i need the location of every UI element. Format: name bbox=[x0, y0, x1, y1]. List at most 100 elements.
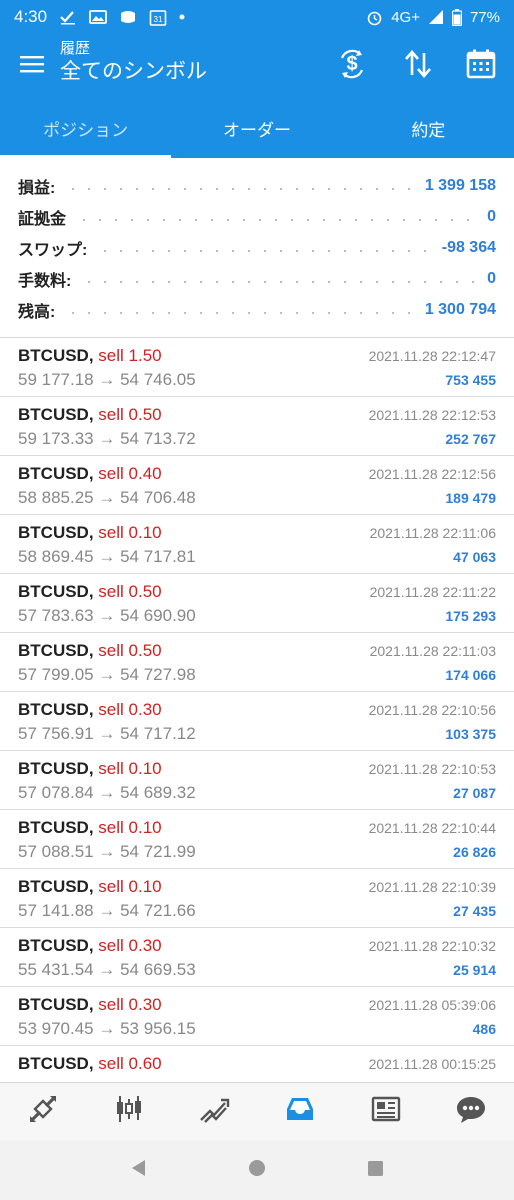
summary-row-commission: 手数料: 0 bbox=[0, 263, 514, 294]
calendar-icon bbox=[466, 49, 496, 84]
trade-symbol: BTCUSD, bbox=[18, 936, 94, 955]
trade-row[interactable]: BTCUSD, sell 0.30 53 970.45 → 53 956.15 … bbox=[0, 987, 514, 1046]
calendar-button[interactable] bbox=[463, 48, 499, 84]
trade-row[interactable]: BTCUSD, sell 0.50 57 799.05 → 54 727.98 … bbox=[0, 633, 514, 692]
nav-chart[interactable] bbox=[86, 1083, 172, 1140]
trade-symbol: BTCUSD, bbox=[18, 877, 94, 896]
svg-text:$: $ bbox=[346, 53, 357, 75]
trade-type: sell 0.50 bbox=[98, 641, 162, 660]
nav-history[interactable] bbox=[257, 1083, 343, 1140]
trade-row[interactable]: BTCUSD, sell 0.10 57 078.84 → 54 689.32 … bbox=[0, 751, 514, 810]
trade-time: 2021.11.28 22:11:06 bbox=[369, 525, 496, 541]
app-bar: 履歴 全てのシンボル $ bbox=[0, 34, 514, 98]
trade-row[interactable]: BTCUSD, sell 0.10 58 869.45 → 54 717.81 … bbox=[0, 515, 514, 574]
trade-list[interactable]: BTCUSD, sell 1.50 59 177.18 → 54 746.05 … bbox=[0, 338, 514, 1082]
nav-quotes[interactable] bbox=[0, 1083, 86, 1140]
trade-prices: 57 783.63 → 54 690.90 bbox=[18, 606, 196, 625]
tab-label: ポジション bbox=[43, 120, 129, 140]
summary-value: -98 364 bbox=[441, 238, 496, 256]
trade-profit: 27 435 bbox=[453, 903, 496, 919]
trade-profit: 252 767 bbox=[445, 431, 496, 447]
trade-time: 2021.11.28 22:12:56 bbox=[368, 466, 496, 482]
trade-profit: 26 826 bbox=[453, 844, 496, 860]
trade-row[interactable]: BTCUSD, sell 0.50 57 783.63 → 54 690.90 … bbox=[0, 574, 514, 633]
trade-type: sell 0.10 bbox=[98, 759, 162, 778]
trade-prices: 53 970.45 → 53 956.15 bbox=[18, 1019, 196, 1038]
tab-orders[interactable]: オーダー bbox=[171, 98, 342, 158]
trade-row[interactable]: BTCUSD, sell 1.50 59 177.18 → 54 746.05 … bbox=[0, 338, 514, 397]
trade-profit: 47 063 bbox=[453, 549, 496, 565]
messages-icon bbox=[455, 1093, 487, 1130]
trade-row[interactable]: BTCUSD, sell 0.10 57 141.88 → 54 721.66 … bbox=[0, 869, 514, 928]
nav-messages[interactable] bbox=[428, 1083, 514, 1140]
trade-type: sell 0.10 bbox=[98, 523, 162, 542]
tab-positions[interactable]: ポジション bbox=[0, 98, 172, 158]
trade-profit: 175 293 bbox=[445, 608, 496, 624]
trade-symbol: BTCUSD, bbox=[18, 995, 94, 1014]
trade-symbol: BTCUSD, bbox=[18, 346, 94, 365]
summary-label: 残高: bbox=[18, 303, 56, 321]
svg-text:31: 31 bbox=[154, 15, 163, 24]
status-time: 4:30 bbox=[14, 7, 48, 26]
trade-row[interactable]: BTCUSD, sell 0.10 57 088.51 → 54 721.99 … bbox=[0, 810, 514, 869]
nav-news[interactable] bbox=[343, 1083, 429, 1140]
trade-row[interactable]: BTCUSD, sell 0.30 57 756.91 → 54 717.12 … bbox=[0, 692, 514, 751]
history-inbox-icon bbox=[284, 1093, 316, 1130]
trade-prices: 57 141.88 → 54 721.66 bbox=[18, 901, 196, 920]
trade-prices: 57 088.51 → 54 721.99 bbox=[18, 842, 196, 861]
summary-row-balance: 残高: 1 300 794 bbox=[0, 294, 514, 325]
trade-row[interactable]: BTCUSD, sell 0.40 58 885.25 → 54 706.48 … bbox=[0, 456, 514, 515]
check-icon bbox=[59, 9, 77, 25]
battery-icon bbox=[451, 8, 462, 26]
trade-time: 2021.11.28 22:12:47 bbox=[368, 348, 496, 364]
account-summary: 損益: 1 399 158 証拠金 0 スワップ: -98 364 手数料: 0… bbox=[0, 170, 514, 325]
trade-type: sell 0.50 bbox=[98, 582, 162, 601]
nav-trade[interactable] bbox=[171, 1083, 257, 1140]
trade-symbol: BTCUSD, bbox=[18, 523, 94, 542]
tab-deals[interactable]: 約定 bbox=[343, 98, 514, 158]
trade-symbol: BTCUSD, bbox=[18, 405, 94, 424]
trade-profit: 753 455 bbox=[445, 372, 496, 388]
summary-label: スワップ: bbox=[18, 241, 88, 259]
title-block[interactable]: 履歴 全てのシンボル bbox=[60, 40, 207, 86]
trade-prices: 58 869.45 → 54 717.81 bbox=[18, 547, 196, 566]
battery-level: 77% bbox=[469, 8, 500, 26]
hamburger-menu-icon bbox=[20, 55, 44, 78]
dotted-leader bbox=[65, 187, 415, 190]
summary-value: 0 bbox=[487, 207, 496, 225]
recents-icon[interactable] bbox=[364, 1157, 386, 1184]
trade-prices: 59 173.33 → 54 713.72 bbox=[18, 429, 196, 448]
trade-time: 2021.11.28 22:10:32 bbox=[368, 938, 496, 954]
trade-trend-icon bbox=[198, 1093, 230, 1130]
trade-time: 2021.11.28 22:10:44 bbox=[368, 820, 496, 836]
trade-prices: 57 078.84 → 54 689.32 bbox=[18, 783, 196, 802]
trade-row[interactable]: BTCUSD, sell 0.60 2021.11.28 00:15:25 bbox=[0, 1046, 514, 1082]
trade-time: 2021.11.28 05:39:06 bbox=[368, 997, 496, 1013]
page-subtitle: 履歴 bbox=[60, 40, 91, 57]
bottom-navigation bbox=[0, 1082, 514, 1140]
trade-type: sell 0.10 bbox=[98, 818, 162, 837]
trade-row[interactable]: BTCUSD, sell 0.30 55 431.54 → 54 669.53 … bbox=[0, 928, 514, 987]
trade-symbol: BTCUSD, bbox=[18, 818, 94, 837]
trade-profit: 486 bbox=[472, 1021, 496, 1037]
trade-prices: 58 885.25 → 54 706.48 bbox=[18, 488, 196, 507]
dotted-leader bbox=[81, 280, 478, 283]
trade-profit: 174 066 bbox=[445, 667, 496, 683]
trade-type: sell 0.10 bbox=[98, 877, 162, 896]
currency-exchange-button[interactable]: $ bbox=[334, 48, 370, 84]
trade-symbol: BTCUSD, bbox=[18, 641, 94, 660]
summary-label: 損益: bbox=[18, 179, 56, 197]
summary-row-margin: 証拠金 0 bbox=[0, 201, 514, 232]
tab-bar: ポジション オーダー 約定 bbox=[0, 98, 514, 158]
calendar-notification-icon: 31 bbox=[149, 9, 167, 26]
trade-row[interactable]: BTCUSD, sell 0.50 59 173.33 → 54 713.72 … bbox=[0, 397, 514, 456]
sort-button[interactable] bbox=[400, 48, 436, 84]
home-icon[interactable] bbox=[246, 1157, 268, 1184]
summary-label: 証拠金 bbox=[18, 210, 67, 228]
back-icon[interactable] bbox=[128, 1157, 150, 1184]
system-navigation bbox=[0, 1140, 514, 1200]
dotted-leader bbox=[97, 249, 432, 252]
trade-time: 2021.11.28 22:12:53 bbox=[368, 407, 496, 423]
trade-profit: 27 087 bbox=[453, 785, 496, 801]
menu-button[interactable] bbox=[14, 50, 50, 82]
